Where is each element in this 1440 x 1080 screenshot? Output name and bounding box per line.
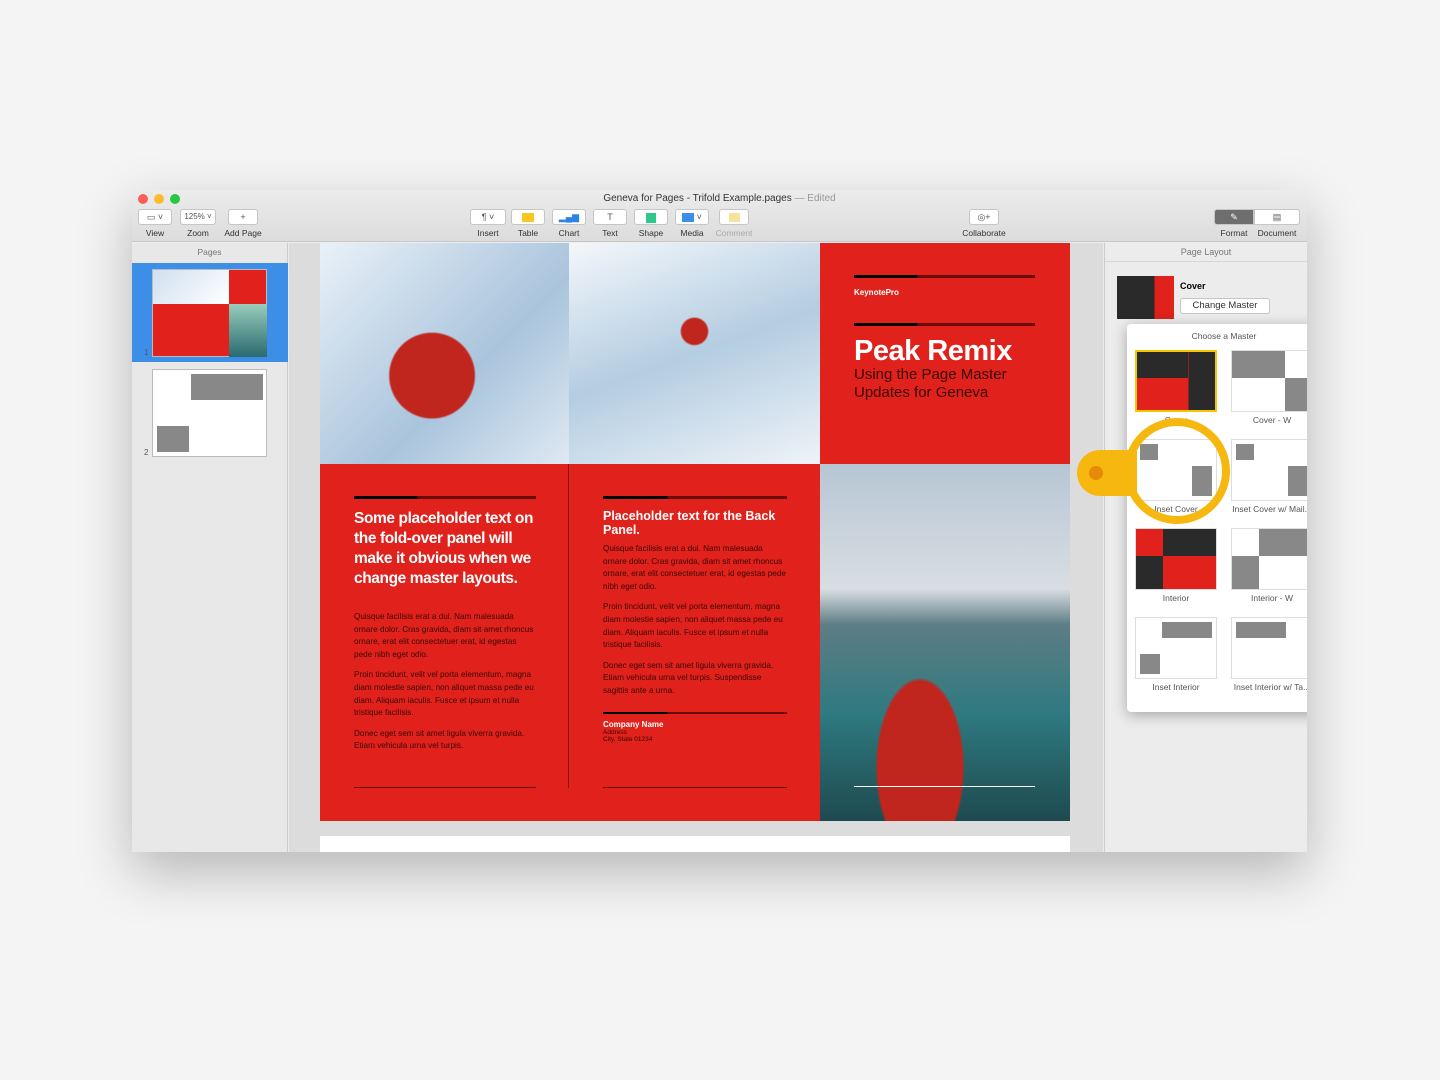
master-inset-interior-table[interactable]: Inset Interior w/ Ta... <box>1231 617 1307 692</box>
page-number: 1 <box>144 348 149 357</box>
insert-button[interactable]: ¶ ˅ Insert <box>470 209 506 238</box>
body-paragraph: Quisque facilisis erat a dui. Nam malesu… <box>354 612 534 659</box>
paragraph-icon: ¶ ˅ <box>470 209 506 225</box>
media-button[interactable]: ˅ Media <box>675 209 709 238</box>
shape-icon <box>646 212 656 223</box>
highlight-dot <box>1089 466 1103 480</box>
popover-title: Choose a Master <box>1191 331 1257 341</box>
compass-fjord-photo <box>820 464 1070 821</box>
pages-sidebar: Pages 1 2 <box>132 243 288 852</box>
body-paragraph: Donec eget sem sit amet ligula viverra g… <box>354 728 525 751</box>
master-inset-interior[interactable]: Inset Interior <box>1135 617 1217 692</box>
change-master-button[interactable]: Change Master <box>1180 298 1270 314</box>
ice-wall-photo <box>569 243 820 464</box>
fold-panel-heading: Some placeholder text on the fold-over p… <box>354 510 534 587</box>
zoom-select[interactable]: 125% ˅ Zoom <box>180 209 216 238</box>
body-paragraph: Donec eget sem sit amet ligula viverra g… <box>603 660 774 695</box>
document-canvas: KeynotePro Peak Remix Using the Page Mas… <box>289 243 1103 852</box>
city-state: City, State 01234 <box>603 735 653 743</box>
brand-name: KeynotePro <box>854 288 899 297</box>
window-title: Geneva for Pages - Trifold Example.pages… <box>603 193 836 204</box>
view-button[interactable]: ▭ ˅ View <box>138 209 172 238</box>
collaborate-button[interactable]: ◎+ Collaborate <box>960 209 1008 238</box>
sidebar-header: Pages <box>197 247 222 257</box>
company-name: Company Name <box>603 719 664 729</box>
document-button[interactable]: ▤ Document <box>1254 209 1300 238</box>
address: Address <box>603 728 627 736</box>
master-interior-w[interactable]: Interior - W <box>1231 528 1307 603</box>
chart-button[interactable]: ▂▄▆ Chart <box>552 209 586 238</box>
body-paragraph: Proin tincidunt, velit vel porta element… <box>354 670 534 718</box>
collaborate-icon: ◎+ <box>969 209 999 225</box>
page-thumbnail-1[interactable] <box>152 269 267 357</box>
inspector-header: Page Layout <box>1105 243 1307 262</box>
comment-icon <box>728 213 740 223</box>
document-icon: ▤ <box>1254 209 1300 225</box>
document-page-2[interactable] <box>320 836 1070 852</box>
pages-window: Geneva for Pages - Trifold Example.pages… <box>132 190 1307 852</box>
toolbar: Geneva for Pages - Trifold Example.pages… <box>132 190 1307 242</box>
master-cover-w[interactable]: Cover - W <box>1231 350 1307 425</box>
body-paragraph: Proin tincidunt, velit vel porta element… <box>603 602 783 650</box>
document-page[interactable]: KeynotePro Peak Remix Using the Page Mas… <box>320 243 1070 821</box>
cover-subtitle: Using the Page Master Updates for Geneva <box>854 366 1007 401</box>
shape-button[interactable]: Shape <box>634 209 668 238</box>
text-button[interactable]: T Text <box>593 209 627 238</box>
chart-icon: ▂▄▆ <box>552 209 586 225</box>
add-page-button[interactable]: + Add Page <box>224 209 262 238</box>
cover-title: Peak Remix <box>854 335 1012 367</box>
current-master-thumbnail <box>1117 276 1174 319</box>
master-name: Cover <box>1180 281 1206 291</box>
master-cover[interactable]: Cover <box>1135 350 1217 425</box>
media-icon <box>682 213 695 223</box>
ice-climber-photo <box>320 243 569 464</box>
sidebar-icon: ▭ ˅ <box>138 209 172 225</box>
page-thumbnail-2[interactable] <box>152 369 267 457</box>
brush-icon: ✎ <box>1214 209 1254 225</box>
master-interior[interactable]: Interior <box>1135 528 1217 603</box>
text-icon: T <box>593 209 627 225</box>
format-button[interactable]: ✎ Format <box>1214 209 1254 238</box>
back-panel-heading: Placeholder text for the Back Panel. <box>603 509 776 537</box>
highlight-circle <box>1124 418 1230 524</box>
table-button[interactable]: Table <box>511 209 545 238</box>
master-inset-cover-mail[interactable]: Inset Cover w/ Mail... <box>1231 439 1307 514</box>
body-paragraph: Quisque facilisis erat a dui. Nam malesu… <box>603 544 786 591</box>
page-number: 2 <box>144 448 149 457</box>
table-icon <box>522 213 534 223</box>
comment-button[interactable]: Comment <box>714 209 754 238</box>
plus-icon: + <box>228 209 258 225</box>
